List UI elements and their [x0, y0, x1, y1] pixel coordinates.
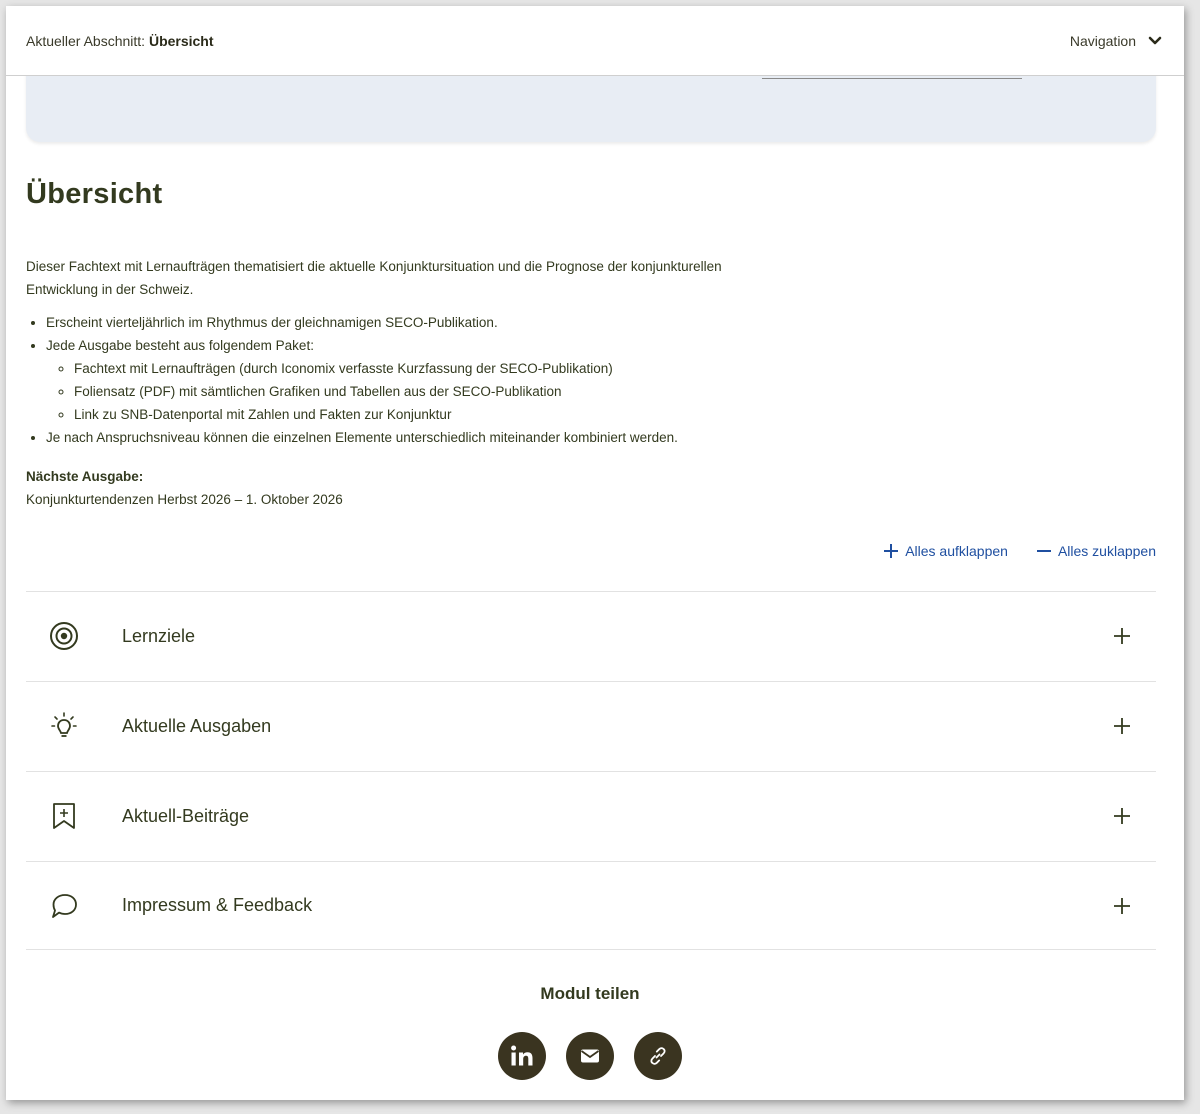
card-link-underline	[762, 78, 1022, 79]
accordion-item-aktuelle-ausgaben[interactable]: Aktuelle Ausgaben	[26, 681, 1156, 770]
plus-icon	[1114, 718, 1130, 734]
accordion-label: Aktuell-Beiträge	[122, 805, 250, 826]
chevron-down-icon	[1148, 36, 1162, 44]
expand-all-label: Alles aufklappen	[905, 543, 1008, 559]
share-email-button[interactable]	[566, 1032, 614, 1080]
accordion-label: Lernziele	[122, 625, 196, 646]
sub-list-item: Link zu SNB-Datenportal mit Zahlen und F…	[74, 403, 678, 426]
share-buttons	[6, 1032, 1174, 1080]
lightbulb-icon	[48, 710, 80, 742]
accordion-controls: Alles aufklappen Alles zuklappen	[883, 543, 1156, 559]
accordion-item-impressum-feedback[interactable]: Impressum & Feedback	[26, 861, 1156, 950]
next-edition-label: Nächste Ausgabe:	[26, 469, 144, 484]
share-linkedin-button[interactable]	[498, 1032, 546, 1080]
plus-icon	[884, 544, 899, 558]
intro-text: Dieser Fachtext mit Lernaufträgen themat…	[26, 259, 722, 297]
collapse-all-button[interactable]: Alles zuklappen	[1036, 543, 1156, 559]
speech-bubble-icon	[48, 890, 80, 922]
current-section: Aktueller Abschnitt: Übersicht	[26, 33, 214, 49]
collapse-all-label: Alles zuklappen	[1057, 543, 1156, 559]
page-title: Übersicht	[26, 178, 163, 210]
feature-list: Erscheint vierteljährlich im Rhythmus de…	[26, 311, 678, 449]
next-edition: Nächste Ausgabe: Konjunkturtendenzen Her…	[26, 465, 343, 511]
plus-icon	[1114, 808, 1130, 824]
navigation-label: Navigation	[1069, 32, 1136, 49]
current-section-name: Übersicht	[148, 32, 214, 49]
share-copy-link-button[interactable]	[634, 1032, 682, 1080]
share-title: Modul teilen	[540, 984, 640, 1003]
list-item: Erscheint vierteljährlich im Rhythmus de…	[46, 311, 678, 334]
linkedin-icon	[511, 1045, 533, 1066]
plus-icon	[1114, 628, 1130, 644]
expand-all-button[interactable]: Alles aufklappen	[883, 543, 1008, 559]
next-edition-value: Konjunkturtendenzen Herbst 2026 – 1. Okt…	[26, 492, 343, 507]
accordion-label: Aktuelle Ausgaben	[122, 715, 272, 736]
accordion-item-aktuell-beitraege[interactable]: Aktuell-Beiträge	[26, 771, 1156, 860]
sub-list-item: Fachtext mit Lernaufträgen (durch Iconom…	[74, 357, 678, 380]
target-icon	[48, 620, 80, 652]
page: Aktueller Abschnitt: Übersicht Navigatio…	[6, 6, 1184, 1100]
mail-icon	[580, 1049, 600, 1063]
bookmark-plus-icon	[48, 800, 80, 832]
list-item: Jede Ausgabe besteht aus folgendem Paket…	[46, 334, 678, 426]
sub-list-item: Foliensatz (PDF) mit sämtlichen Grafiken…	[74, 380, 678, 403]
current-section-prefix: Aktueller Abschnitt:	[26, 32, 149, 49]
minus-icon	[1036, 550, 1051, 552]
section-bar: Aktueller Abschnitt: Übersicht Navigatio…	[6, 6, 1184, 76]
list-item: Je nach Anspruchsniveau können die einze…	[46, 426, 678, 449]
link-icon	[650, 1047, 666, 1065]
list-item-label: Jede Ausgabe besteht aus folgendem Paket…	[46, 338, 314, 353]
navigation-toggle[interactable]: Navigation	[1070, 33, 1162, 49]
package-sublist: Fachtext mit Lernaufträgen (durch Iconom…	[46, 357, 678, 426]
plus-icon	[1114, 897, 1130, 914]
accordion-item-lernziele[interactable]: Lernziele	[26, 591, 1156, 680]
accordion-label: Impressum & Feedback	[122, 895, 313, 915]
